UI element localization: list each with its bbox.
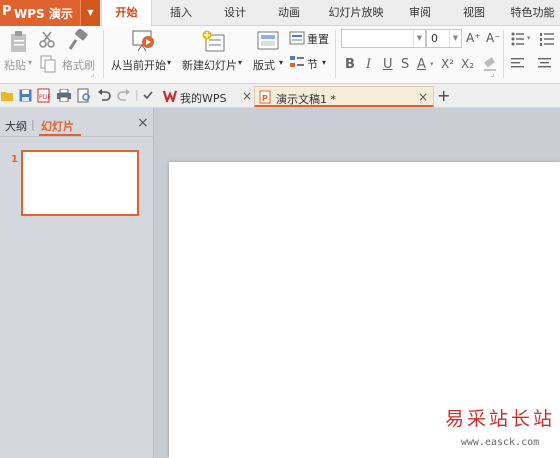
italic-button[interactable]: I	[366, 57, 371, 72]
close-tab-icon[interactable]: ×	[418, 90, 428, 104]
font-color-dropdown-icon[interactable]: ▾	[430, 60, 434, 68]
redo-icon[interactable]	[117, 89, 131, 102]
from-current-dropdown-icon[interactable]: ▾	[167, 58, 171, 67]
slide-panel: 大纲 | 幻灯片 × 1	[0, 108, 154, 458]
tab-slides[interactable]: 幻灯片	[41, 118, 74, 134]
ribbon-toolbar: 粘贴 ▾ 格式刷 ⌟ 从当前开始 ▾ 新建幻灯片 ▾ 版式 ▾ 重置 节 ▾ ▼…	[0, 26, 560, 84]
numbered-list-icon[interactable]	[539, 32, 557, 46]
print-icon[interactable]	[57, 89, 71, 102]
paste-icon[interactable]	[8, 30, 30, 54]
quick-access-bar: PDF | 我的WPS × P 演示文稿1 * × +	[0, 84, 560, 108]
wps-logo-icon: P	[2, 4, 12, 19]
clear-format-icon[interactable]	[483, 56, 497, 72]
customize-toolbar-icon[interactable]	[143, 91, 155, 101]
font-size-select[interactable]: 0 ▼	[426, 29, 462, 48]
section-dropdown-icon[interactable]: ▾	[322, 58, 326, 67]
undo-icon[interactable]	[97, 89, 111, 102]
doc-tab-my-wps[interactable]: 我的WPS ×	[159, 86, 254, 107]
reset-icon[interactable]	[289, 30, 305, 46]
svg-text:PDF: PDF	[39, 94, 51, 101]
bullet-list-dropdown-icon[interactable]: ▾	[527, 34, 531, 42]
layout-button[interactable]: 版式	[253, 57, 275, 73]
tab-animation[interactable]: 动画	[268, 0, 310, 26]
clipboard-launcher-icon[interactable]: ⌟	[91, 70, 94, 78]
app-title: WPS 演示	[14, 7, 73, 21]
panel-tabs: 大纲 | 幻灯片 ×	[0, 108, 154, 136]
tab-slideshow[interactable]: 幻灯片放映	[322, 0, 390, 26]
superscript-button[interactable]: X²	[441, 57, 454, 71]
svg-text:P: P	[262, 94, 268, 103]
save-icon[interactable]	[19, 89, 32, 102]
close-tab-icon[interactable]: ×	[242, 89, 252, 103]
cut-icon[interactable]	[38, 31, 56, 49]
new-slide-button[interactable]: 新建幻灯片	[182, 57, 237, 73]
font-name-dropdown-icon[interactable]: ▼	[413, 30, 425, 47]
tab-home[interactable]: 开始	[101, 0, 152, 27]
menu-bar: P WPS 演示 ▼ 开始 插入 设计 动画 幻灯片放映 审阅 视图 特色功能	[0, 0, 560, 27]
doc-tab-presentation[interactable]: P 演示文稿1 * ×	[254, 86, 434, 107]
shrink-font-button[interactable]: A⁻	[486, 31, 501, 45]
underline-button[interactable]: U	[383, 57, 393, 72]
subscript-button[interactable]: X₂	[461, 57, 474, 71]
tab-review[interactable]: 审阅	[400, 0, 440, 26]
font-launcher-icon[interactable]: ⌟	[491, 70, 494, 78]
tab-view[interactable]: 视图	[456, 0, 492, 26]
tab-design[interactable]: 设计	[214, 0, 256, 26]
watermark-text: 易采站长站	[444, 408, 555, 430]
paste-dropdown-icon[interactable]: ▾	[28, 58, 32, 67]
align-left-icon[interactable]	[511, 57, 525, 69]
copy-icon[interactable]	[40, 55, 56, 73]
new-slide-icon[interactable]	[201, 29, 227, 53]
from-current-button[interactable]: 从当前开始	[111, 57, 166, 73]
print-preview-icon[interactable]	[77, 88, 91, 103]
app-dropdown-icon[interactable]: ▼	[80, 0, 100, 26]
app-menu-button[interactable]: P WPS 演示 ▼	[0, 0, 100, 26]
doc-tab-title: 演示文稿1 *	[276, 93, 336, 106]
new-tab-button[interactable]: +	[437, 86, 450, 105]
export-pdf-icon[interactable]: PDF	[37, 88, 51, 103]
align-center-icon[interactable]	[538, 57, 552, 69]
layout-dropdown-icon[interactable]: ▾	[279, 58, 283, 67]
grow-font-button[interactable]: A⁺	[466, 31, 481, 45]
bold-button[interactable]: B	[345, 57, 355, 72]
doc-tab-title: 我的WPS	[180, 92, 227, 105]
watermark: 易采站长站 www.easck.com	[440, 404, 560, 458]
slide-thumbnail[interactable]	[21, 150, 139, 216]
layout-icon[interactable]	[257, 31, 279, 51]
panel-tab-divider: |	[31, 118, 35, 131]
section-icon[interactable]	[289, 54, 305, 70]
presentation-file-icon: P	[259, 90, 271, 104]
close-panel-icon[interactable]: ×	[137, 115, 149, 131]
format-painter-icon[interactable]	[67, 29, 89, 51]
section-button[interactable]: 节	[307, 56, 318, 72]
tab-special-features[interactable]: 特色功能	[505, 0, 560, 26]
paste-button-label[interactable]: 粘贴	[4, 57, 26, 73]
font-size-value: 0	[431, 32, 438, 45]
new-slide-dropdown-icon[interactable]: ▾	[238, 58, 242, 67]
slideshow-from-current-icon[interactable]	[132, 29, 156, 53]
font-color-button[interactable]: A	[417, 57, 426, 72]
font-name-select[interactable]: ▼	[341, 29, 426, 48]
watermark-url: www.easck.com	[460, 437, 540, 448]
wps-w-logo-icon	[163, 90, 177, 102]
slide-number: 1	[11, 154, 18, 165]
tab-insert[interactable]: 插入	[160, 0, 202, 26]
reset-button[interactable]: 重置	[307, 31, 329, 47]
strikethrough-button[interactable]: S	[401, 57, 409, 72]
font-size-dropdown-icon[interactable]: ▼	[449, 30, 461, 47]
open-folder-icon[interactable]	[1, 90, 15, 102]
tab-outline[interactable]: 大纲	[5, 118, 27, 134]
